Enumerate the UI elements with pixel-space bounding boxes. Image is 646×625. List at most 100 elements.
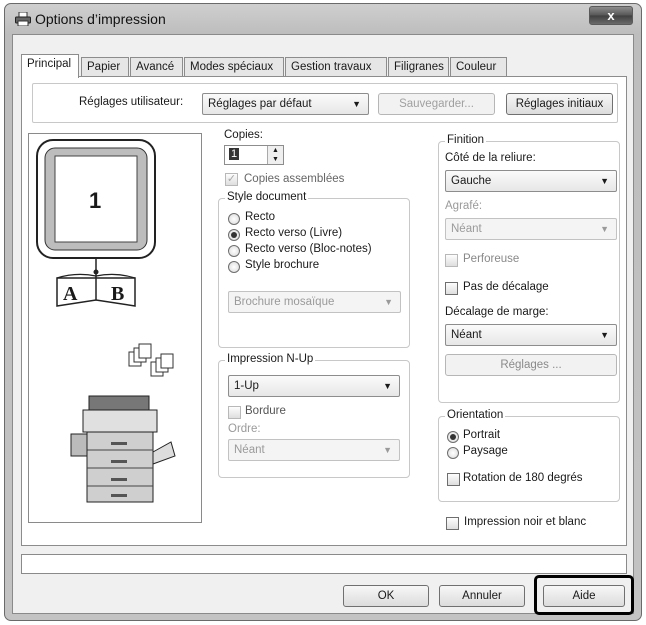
chevron-down-icon: ▼ (383, 381, 392, 391)
brochure-select[interactable]: Brochure mosaïque ▼ (228, 291, 401, 313)
nup-value: 1-Up (234, 380, 259, 392)
orientation-group: Orientation Portrait Paysage Rotation de… (438, 409, 620, 502)
binding-value: Gauche (451, 175, 492, 187)
collate-checkbox[interactable]: ✓ (225, 173, 238, 186)
dialog-client-area: Principal Papier Avancé Modes spéciaux G… (12, 34, 634, 615)
style-brochure-radio[interactable] (228, 261, 240, 273)
brochure-value: Brochure mosaïque (234, 296, 335, 308)
staple-select[interactable]: Néant ▼ (445, 218, 617, 240)
ok-button[interactable]: OK (343, 585, 429, 607)
close-icon: x (607, 8, 615, 23)
order-label: Ordre: (228, 423, 261, 435)
cancel-button[interactable]: Annuler (439, 585, 525, 607)
dialog-window: Options d’impression x Principal Papier … (4, 3, 642, 621)
recto-label: Recto (245, 211, 276, 223)
preview-book-right: B (111, 283, 125, 305)
cancel-label: Annuler (462, 590, 502, 602)
spinner-arrows-icon[interactable]: ▲ ▼ (267, 146, 283, 164)
tab-couleur[interactable]: Couleur (450, 57, 507, 77)
printer-icon (15, 12, 31, 26)
margin-shift-label: Décalage de marge: (445, 306, 549, 318)
no-offset-checkbox[interactable] (445, 282, 458, 295)
ok-label: OK (377, 590, 395, 602)
tab-principal[interactable]: Principal (21, 54, 79, 78)
user-settings-group: Réglages utilisateur: Réglages par défau… (32, 83, 618, 123)
binding-label: Côté de la reliure: (445, 152, 536, 164)
tab-modes-speciaux[interactable]: Modes spéciaux (184, 57, 284, 77)
save-settings-button[interactable]: Sauvegarder... (378, 93, 495, 115)
portrait-radio[interactable] (447, 431, 459, 443)
chevron-down-icon: ▼ (383, 445, 392, 455)
margin-shift-value: Néant (451, 329, 482, 341)
chevron-down-icon: ▼ (600, 224, 609, 234)
preview-book-left: A (63, 283, 78, 305)
staple-label: Agrafé: (445, 200, 483, 212)
recto-verso-livre-label: Recto verso (Livre) (245, 227, 343, 239)
landscape-label: Paysage (463, 445, 508, 457)
chevron-down-icon: ▼ (384, 297, 393, 307)
chevron-down-icon: ▼ (352, 99, 361, 109)
order-select[interactable]: Néant ▼ (228, 439, 400, 461)
tab-label: Avancé (136, 61, 175, 73)
rotate-180-label: Rotation de 180 degrés (463, 472, 583, 484)
recto-verso-livre-radio[interactable] (228, 229, 240, 241)
finishing-settings-label: Réglages ... (500, 359, 562, 371)
portrait-label: Portrait (463, 429, 501, 441)
reset-settings-label: Réglages initiaux (515, 98, 604, 110)
punch-checkbox[interactable] (445, 254, 458, 267)
border-label: Bordure (245, 405, 286, 417)
tab-label: Gestion travaux (291, 61, 372, 73)
finishing-group: Finition Côté de la reliure: Gauche ▼ Ag… (438, 134, 620, 403)
finishing-legend: Finition (445, 134, 487, 146)
document-style-group: Style document Recto Recto verso (Livre)… (218, 191, 410, 348)
recto-radio[interactable] (228, 213, 240, 225)
nup-select[interactable]: 1-Up ▼ (228, 375, 400, 397)
bw-print-checkbox[interactable] (446, 517, 459, 530)
collate-label: Copies assemblées (244, 173, 345, 185)
tab-filigranes[interactable]: Filigranes (388, 57, 449, 77)
recto-verso-bloc-radio[interactable] (228, 245, 240, 257)
help-button[interactable]: Aide (543, 585, 625, 607)
close-button[interactable]: x (589, 6, 633, 25)
tab-label: Couleur (456, 61, 497, 73)
landscape-radio[interactable] (447, 447, 459, 459)
recto-verso-bloc-label: Recto verso (Bloc-notes) (245, 243, 372, 255)
chevron-down-icon: ▼ (600, 330, 609, 340)
tab-gestion-travaux[interactable]: Gestion travaux (285, 57, 387, 77)
rotate-180-checkbox[interactable] (447, 473, 460, 486)
window-title: Options d’impression (35, 11, 166, 27)
style-brochure-label: Style brochure (245, 259, 320, 271)
user-settings-label: Réglages utilisateur: (79, 96, 184, 108)
document-style-legend: Style document (225, 191, 309, 203)
finishing-settings-button[interactable]: Réglages ... (445, 354, 617, 376)
border-checkbox[interactable] (228, 406, 241, 419)
copies-value: 1 (229, 148, 240, 160)
user-settings-value: Réglages par défaut (208, 98, 312, 110)
tab-papier[interactable]: Papier (81, 57, 129, 77)
tab-label: Principal (27, 58, 72, 70)
tab-avance[interactable]: Avancé (130, 57, 183, 77)
staple-value: Néant (451, 223, 482, 235)
help-label: Aide (572, 590, 596, 602)
preview-page-number: 1 (89, 188, 102, 213)
binding-select[interactable]: Gauche ▼ (445, 170, 617, 192)
preview-graphic (36, 139, 176, 503)
margin-shift-select[interactable]: Néant ▼ (445, 324, 617, 346)
bw-print-label: Impression noir et blanc (464, 516, 587, 528)
chevron-down-icon: ▼ (600, 176, 609, 186)
punch-label: Perforeuse (463, 253, 520, 265)
reset-settings-button[interactable]: Réglages initiaux (506, 93, 613, 115)
tab-label: Papier (87, 61, 121, 73)
save-settings-label: Sauvegarder... (399, 98, 474, 110)
title-bar[interactable]: Options d’impression x (5, 4, 641, 34)
tab-label: Filigranes (394, 61, 444, 73)
copies-label: Copies: (224, 129, 263, 141)
status-bar (21, 554, 627, 574)
tab-label: Modes spéciaux (190, 61, 274, 73)
nup-group: Impression N-Up 1-Up ▼ Bordure Ordre: Né… (218, 353, 410, 478)
orientation-legend: Orientation (445, 409, 506, 421)
copies-stepper[interactable]: 1 ▲ ▼ (224, 145, 284, 165)
nup-legend: Impression N-Up (225, 353, 316, 365)
user-settings-select[interactable]: Réglages par défaut ▼ (202, 93, 369, 115)
no-offset-label: Pas de décalage (463, 281, 549, 293)
